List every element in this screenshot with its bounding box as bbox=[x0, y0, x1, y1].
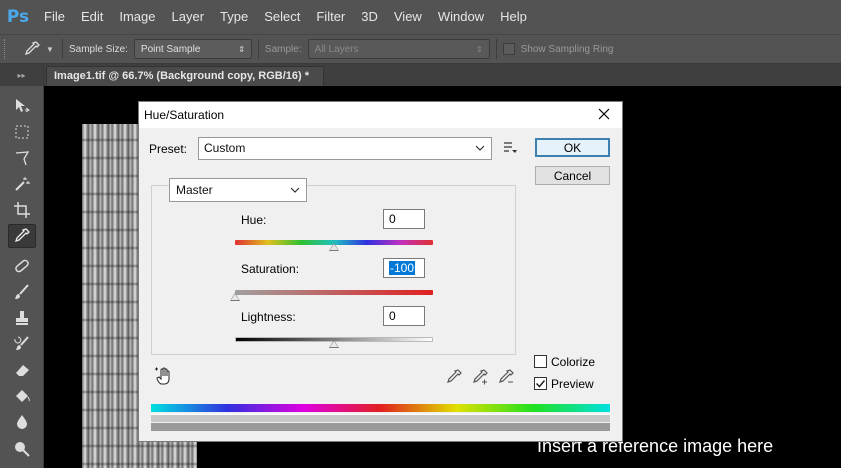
eyedropper-tool-icon[interactable] bbox=[8, 224, 36, 248]
history-brush-tool-icon[interactable] bbox=[8, 332, 36, 356]
document-tab[interactable]: Image1.tif @ 66.7% (Background copy, RGB… bbox=[46, 66, 324, 86]
saturation-slider-thumb[interactable] bbox=[230, 293, 240, 301]
ok-button[interactable]: OK bbox=[535, 138, 610, 157]
menu-help[interactable]: Help bbox=[492, 0, 535, 34]
sample-size-label: Sample Size: bbox=[69, 43, 128, 55]
dodge-tool-icon[interactable] bbox=[8, 436, 36, 460]
options-bar-grip[interactable] bbox=[4, 39, 18, 59]
preset-label: Preset: bbox=[149, 142, 188, 156]
eraser-tool-icon[interactable] bbox=[8, 358, 36, 382]
menu-view[interactable]: View bbox=[386, 0, 430, 34]
crop-tool-icon[interactable] bbox=[8, 198, 36, 222]
chevron-down-icon bbox=[475, 145, 485, 151]
hue-saturation-dialog: Hue/Saturation Preset: Custom OK Cancel … bbox=[138, 101, 623, 442]
cancel-button[interactable]: Cancel bbox=[535, 166, 610, 185]
checkmark-icon bbox=[535, 380, 546, 388]
dialog-title: Hue/Saturation bbox=[144, 108, 225, 122]
saturation-value: -100 bbox=[389, 261, 416, 275]
select-stepper-icon: ⇕ bbox=[238, 44, 245, 54]
output-color-spectrum bbox=[151, 423, 610, 431]
hue-label: Hue: bbox=[241, 213, 267, 227]
options-divider bbox=[257, 39, 259, 59]
eyedropper-icon[interactable] bbox=[18, 39, 46, 59]
hue-slider-thumb[interactable] bbox=[329, 243, 339, 251]
menu-bar: Ps File Edit Image Layer Type Select Fil… bbox=[0, 0, 841, 34]
options-divider bbox=[495, 39, 497, 59]
saturation-slider-track[interactable] bbox=[235, 290, 433, 295]
app-logo: Ps bbox=[6, 7, 30, 27]
saturation-label: Saturation: bbox=[241, 262, 300, 276]
sample-size-value: Point Sample bbox=[140, 43, 201, 55]
sampling-ring-label: Show Sampling Ring bbox=[520, 43, 614, 55]
color-range-bar[interactable] bbox=[151, 414, 610, 422]
hue-input[interactable]: 0 bbox=[383, 209, 425, 229]
paint-bucket-tool-icon[interactable] bbox=[8, 384, 36, 408]
sampling-ring-checkbox[interactable] bbox=[502, 43, 515, 55]
clone-stamp-tool-icon[interactable] bbox=[8, 306, 36, 330]
lightness-label: Lightness: bbox=[241, 310, 296, 324]
sample-layers-value: All Layers bbox=[314, 43, 359, 55]
channel-select[interactable]: Master bbox=[169, 178, 307, 202]
preset-select[interactable]: Custom bbox=[198, 137, 492, 160]
healing-brush-tool-icon[interactable] bbox=[8, 254, 36, 278]
input-color-spectrum bbox=[151, 404, 610, 412]
eyedropper-subtract-icon[interactable] bbox=[497, 368, 515, 386]
lasso-tool-icon[interactable] bbox=[8, 146, 36, 170]
eyedropper-add-icon[interactable] bbox=[471, 368, 489, 386]
menu-file[interactable]: File bbox=[36, 0, 73, 34]
document-tab-strip: Image1.tif @ 66.7% (Background copy, RGB… bbox=[0, 64, 841, 86]
channel-value: Master bbox=[176, 183, 213, 197]
saturation-input[interactable]: -100 bbox=[383, 258, 425, 278]
preset-value: Custom bbox=[204, 141, 246, 155]
panel-collapse-icon[interactable]: ▸▸ bbox=[0, 64, 43, 86]
magic-wand-tool-icon[interactable] bbox=[8, 172, 36, 196]
sample-size-select[interactable]: Point Sample ⇕ bbox=[133, 39, 252, 59]
menu-filter[interactable]: Filter bbox=[308, 0, 353, 34]
lightness-input[interactable]: 0 bbox=[383, 306, 425, 326]
menu-select[interactable]: Select bbox=[256, 0, 308, 34]
colorize-checkbox[interactable] bbox=[534, 355, 547, 368]
blur-tool-icon[interactable] bbox=[8, 410, 36, 434]
close-icon[interactable] bbox=[594, 104, 614, 124]
menu-image[interactable]: Image bbox=[111, 0, 163, 34]
tools-panel: ▸▸ bbox=[0, 64, 44, 468]
menu-3d[interactable]: 3D bbox=[353, 0, 386, 34]
preview-checkbox[interactable] bbox=[534, 377, 547, 390]
eyedropper-icon[interactable] bbox=[445, 368, 463, 386]
menu-edit[interactable]: Edit bbox=[73, 0, 111, 34]
preset-options-icon[interactable] bbox=[502, 140, 518, 156]
dialog-title-bar[interactable]: Hue/Saturation bbox=[139, 102, 622, 128]
chevron-down-icon bbox=[290, 187, 300, 193]
brush-tool-icon[interactable] bbox=[8, 280, 36, 304]
options-divider bbox=[62, 39, 63, 59]
lightness-slider-thumb[interactable] bbox=[329, 340, 339, 348]
marquee-tool-icon[interactable] bbox=[8, 120, 36, 144]
sample-layers-select[interactable]: All Layers ⇕ bbox=[307, 39, 490, 59]
options-bar: ▼ Sample Size: Point Sample ⇕ Sample: Al… bbox=[0, 34, 841, 64]
sample-label: Sample: bbox=[264, 43, 302, 55]
adjustment-group bbox=[151, 185, 516, 355]
colorize-label: Colorize bbox=[551, 355, 596, 369]
menu-window[interactable]: Window bbox=[430, 0, 492, 34]
move-tool-icon[interactable] bbox=[8, 94, 36, 118]
on-image-adjustment-icon[interactable] bbox=[153, 366, 175, 388]
tool-preset-chevron-icon[interactable]: ▼ bbox=[46, 45, 56, 54]
select-stepper-icon: ⇕ bbox=[475, 44, 483, 54]
menu-layer[interactable]: Layer bbox=[164, 0, 213, 34]
menu-type[interactable]: Type bbox=[212, 0, 256, 34]
preview-label: Preview bbox=[551, 377, 594, 391]
